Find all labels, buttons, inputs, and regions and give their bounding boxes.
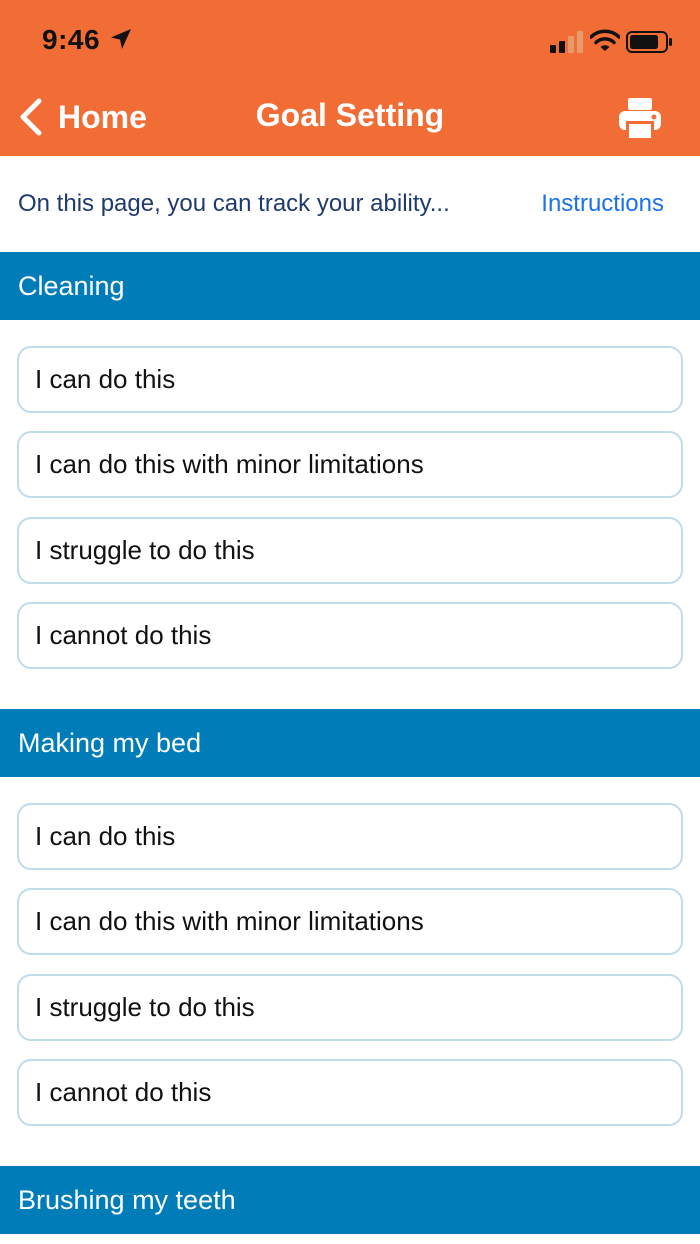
- wifi-icon: [590, 29, 620, 51]
- section-header-making-bed: Making my bed: [0, 709, 700, 777]
- top-header: 9:46 Home Goal Setting: [0, 0, 700, 156]
- location-arrow-icon: [111, 29, 131, 49]
- option-minor-limitations[interactable]: I can do this with minor limitations: [17, 888, 683, 955]
- chevron-left-icon: [20, 98, 42, 136]
- section-header-cleaning: Cleaning: [0, 252, 700, 320]
- section-header-brushing-teeth: Brushing my teeth: [0, 1166, 700, 1234]
- option-minor-limitations[interactable]: I can do this with minor limitations: [17, 431, 683, 498]
- cellular-signal-icon: [550, 31, 583, 53]
- printer-icon[interactable]: [617, 96, 663, 140]
- navigation-bar: Home Goal Setting: [0, 84, 700, 156]
- back-button[interactable]: Home: [18, 94, 147, 140]
- app-screen: 9:46 Home Goal Setting On this page, you…: [0, 0, 700, 1244]
- option-cannot[interactable]: I cannot do this: [17, 602, 683, 669]
- instructions-link[interactable]: Instructions: [541, 190, 664, 218]
- option-cannot[interactable]: I cannot do this: [17, 1059, 683, 1126]
- option-can-do[interactable]: I can do this: [17, 346, 683, 413]
- intro-row: On this page, you can track your ability…: [0, 156, 700, 252]
- intro-text: On this page, you can track your ability…: [18, 190, 450, 217]
- option-struggle[interactable]: I struggle to do this: [17, 517, 683, 584]
- option-can-do[interactable]: I can do this: [17, 803, 683, 870]
- battery-icon: [626, 31, 672, 53]
- status-bar: 9:46: [0, 0, 700, 84]
- status-time: 9:46: [42, 24, 101, 55]
- option-struggle[interactable]: I struggle to do this: [17, 974, 683, 1041]
- back-label: Home: [58, 98, 147, 135]
